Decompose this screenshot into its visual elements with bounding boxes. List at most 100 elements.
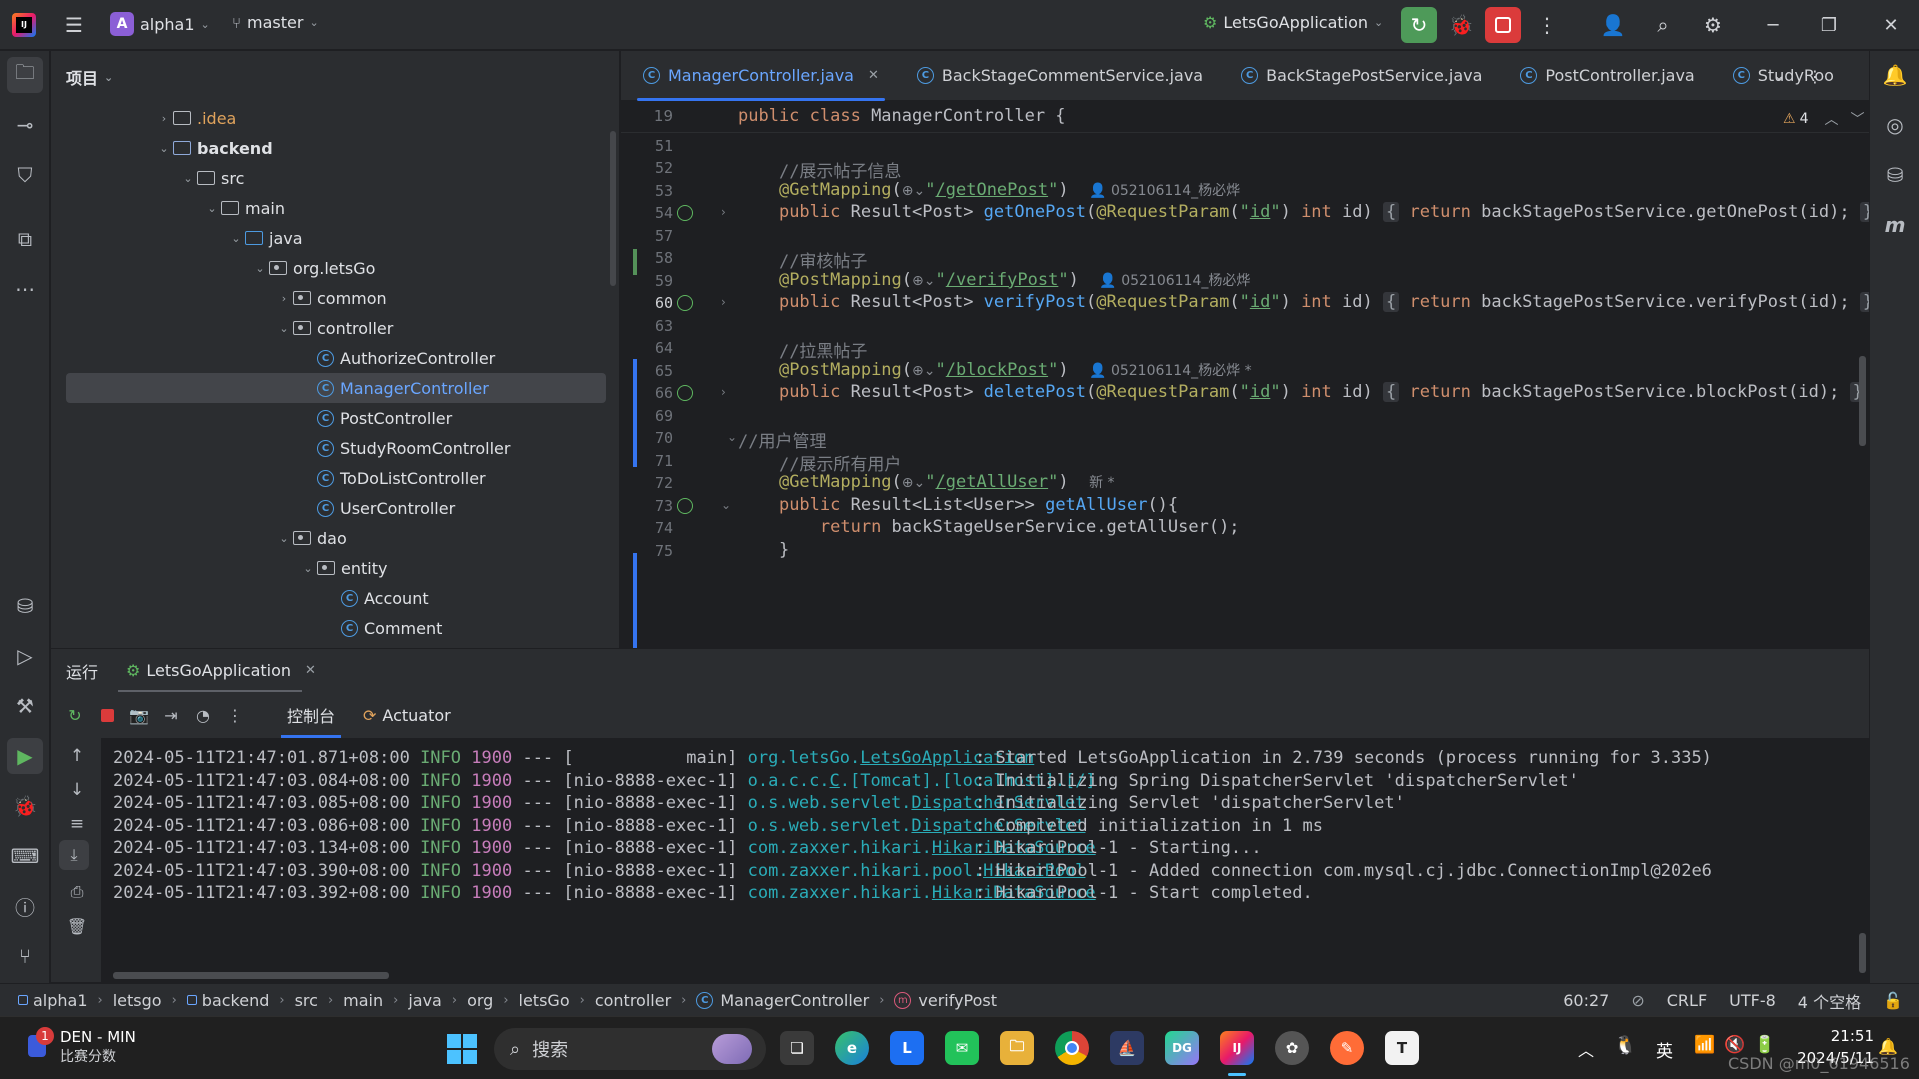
readonly-toggle-icon[interactable]: ⊘	[1631, 991, 1644, 1010]
breadcrumb-item[interactable]: m verifyPost	[894, 991, 997, 1010]
tree-item[interactable]: ⌄ main	[51, 193, 619, 223]
code-line[interactable]: @GetMapping(⊕⌄"/getOnePost") 👤 052106114…	[738, 180, 1240, 200]
print-icon[interactable]: ⎙	[59, 874, 95, 910]
wechat-icon[interactable]: ✉	[945, 1031, 979, 1065]
chevron-down-icon[interactable]: ⌄	[275, 532, 293, 545]
code-line[interactable]: @PostMapping(⊕⌄"/blockPost") 👤 052106114…	[738, 360, 1252, 380]
battery-icon[interactable]: 🔋	[1754, 1035, 1775, 1055]
code-line[interactable]: return backStageUserService.getAllUser()…	[738, 517, 1240, 537]
code-line[interactable]: }	[738, 540, 789, 560]
taskbar-search[interactable]: ⌕ 搜索	[494, 1028, 766, 1070]
tree-scrollbar[interactable]	[610, 131, 616, 286]
console-line[interactable]: 2024-05-11T21:47:01.871+08:00 INFO 1900 …	[113, 748, 1712, 768]
rerun-icon[interactable]: ↻	[59, 699, 91, 731]
maven-icon[interactable]: m	[1877, 207, 1913, 243]
qq-icon[interactable]: 🐧	[1614, 1035, 1636, 1056]
project-folder-icon[interactable]: 🗀	[7, 57, 43, 93]
weather-widget[interactable]: 1 DEN - MIN 比赛分数	[28, 1027, 136, 1067]
tree-item[interactable]: C StudyRoomController	[51, 433, 619, 463]
endpoint-gutter-icon[interactable]	[677, 205, 693, 221]
run-config-selector[interactable]: ⚙ LetsGoApplication ⌄	[1203, 13, 1383, 32]
breadcrumb-item[interactable]: letsGo	[519, 991, 570, 1010]
build-icon[interactable]: ⚒	[7, 688, 43, 724]
fold-collapsed-icon[interactable]: ›	[721, 385, 726, 399]
more-tools-icon[interactable]: ⋯	[7, 271, 43, 307]
ai-assistant-icon[interactable]: ◎	[1877, 107, 1913, 143]
tree-item[interactable]: C Account	[51, 583, 619, 613]
add-user-icon[interactable]: 👤	[1595, 7, 1631, 43]
endpoint-gutter-icon[interactable]	[677, 385, 693, 401]
settings-gear-icon[interactable]: ⚙	[1695, 7, 1731, 43]
chevron-down-icon[interactable]: ﹀	[1850, 109, 1864, 129]
problems-icon[interactable]: ⓘ	[7, 888, 43, 924]
tree-item[interactable]: C ToDoListController	[51, 463, 619, 493]
structure-icon[interactable]: ⧉	[7, 221, 43, 257]
breadcrumb-item[interactable]: controller	[595, 991, 671, 1010]
tree-item[interactable]: C ManagerController	[66, 373, 606, 403]
tab-actuator[interactable]: ⟳ Actuator	[349, 692, 465, 738]
tree-item[interactable]: › .idea	[51, 103, 619, 133]
console-line[interactable]: 2024-05-11T21:47:03.390+08:00 INFO 1900 …	[113, 861, 1712, 881]
ide-logo-icon[interactable]: IJ	[12, 13, 36, 37]
breadcrumb-item[interactable]: main	[343, 991, 383, 1010]
code-line[interactable]: public Result<Post> verifyPost(@RequestP…	[738, 292, 1869, 312]
tab-more-icon[interactable]: ⋮	[1797, 58, 1833, 94]
more-actions-icon[interactable]: ⋮	[219, 699, 251, 731]
code-line[interactable]: //拉黑帖子	[738, 337, 867, 362]
caret-position[interactable]: 60:27	[1563, 991, 1609, 1010]
rerun-button[interactable]: ↻	[1401, 7, 1437, 43]
close-window-button[interactable]: ✕	[1863, 0, 1919, 50]
code-line[interactable]: public Result<Post> deletePost(@RequestP…	[738, 382, 1866, 402]
profiler-icon[interactable]: ◔	[187, 699, 219, 731]
main-menu-icon[interactable]: ☰	[56, 7, 92, 43]
chevron-up-icon[interactable]: ︿	[1824, 109, 1838, 129]
code-line[interactable]: //展示帖子信息	[738, 157, 901, 182]
file-encoding[interactable]: UTF-8	[1729, 991, 1776, 1010]
code-line[interactable]: public Result<Post> getOnePost(@RequestP…	[738, 202, 1869, 222]
database-icon[interactable]: ⛁	[1877, 157, 1913, 193]
tree-item[interactable]: ⌄ dao	[51, 523, 619, 553]
debug-button[interactable]: 🐞	[1443, 7, 1479, 43]
indent-setting[interactable]: 4 个空格	[1798, 989, 1861, 1013]
scroll-to-end-icon[interactable]: ⤓	[59, 840, 89, 870]
tree-item[interactable]: C AuthorizeController	[51, 343, 619, 373]
debug-icon[interactable]: 🐞	[7, 788, 43, 824]
tab-file[interactable]: C PostController.java	[1506, 51, 1708, 101]
fold-collapsed-icon[interactable]: ›	[721, 205, 726, 219]
postman-icon[interactable]: ✎	[1330, 1031, 1364, 1065]
pull-requests-icon[interactable]: ⛉	[7, 157, 43, 193]
console-line[interactable]: 2024-05-11T21:47:03.392+08:00 INFO 1900 …	[113, 883, 1313, 903]
tab-file[interactable]: C BackStageCommentService.java	[903, 51, 1217, 101]
tree-item[interactable]: C Comment	[51, 613, 619, 643]
breadcrumb-item[interactable]: C ManagerController	[696, 991, 869, 1010]
branch-switcher[interactable]: ⑂ master ⌄	[232, 13, 319, 32]
fold-expanded-icon[interactable]: ⌄	[721, 498, 731, 512]
console-line[interactable]: 2024-05-11T21:47:03.085+08:00 INFO 1900 …	[113, 793, 1405, 813]
datagrip-icon[interactable]: DG	[1165, 1031, 1199, 1065]
breadcrumb-item[interactable]: src	[295, 991, 318, 1010]
project-panel-header[interactable]: 项目 ⌄	[51, 51, 619, 103]
typora-icon[interactable]: T	[1385, 1031, 1419, 1065]
tree-item[interactable]: ⌄ entity	[51, 553, 619, 583]
services-icon[interactable]: ▷	[7, 638, 43, 674]
editor-scrollbar[interactable]	[1859, 356, 1866, 446]
tree-item[interactable]: › common	[51, 283, 619, 313]
chevron-down-icon[interactable]: ⌄	[251, 262, 269, 275]
code-line[interactable]: //展示所有用户	[738, 450, 901, 475]
stop-button[interactable]	[1485, 7, 1521, 43]
arrow-up-icon[interactable]: ↑	[59, 738, 95, 774]
console-line[interactable]: 2024-05-11T21:47:03.084+08:00 INFO 1900 …	[113, 771, 1579, 791]
fold-collapsed-icon[interactable]: ›	[721, 295, 726, 309]
commit-icon[interactable]: ⊸	[7, 107, 43, 143]
edge-icon[interactable]: e	[835, 1031, 869, 1065]
warning-indicator[interactable]: ⚠ 4 ︿ ﹀	[1783, 109, 1864, 129]
tray-overflow-icon[interactable]: ︿	[1578, 1037, 1594, 1061]
camera-icon[interactable]: 📷	[123, 699, 155, 731]
windows-start-icon[interactable]	[447, 1034, 477, 1064]
ime-indicator[interactable]: 英	[1656, 1037, 1673, 1062]
search-icon[interactable]: ⌕	[1645, 7, 1681, 43]
stop-icon[interactable]	[91, 699, 123, 731]
app-icon[interactable]: ⛵	[1110, 1031, 1144, 1065]
wifi-icon[interactable]: 📶	[1694, 1035, 1715, 1055]
tree-item[interactable]: C UserController	[51, 493, 619, 523]
